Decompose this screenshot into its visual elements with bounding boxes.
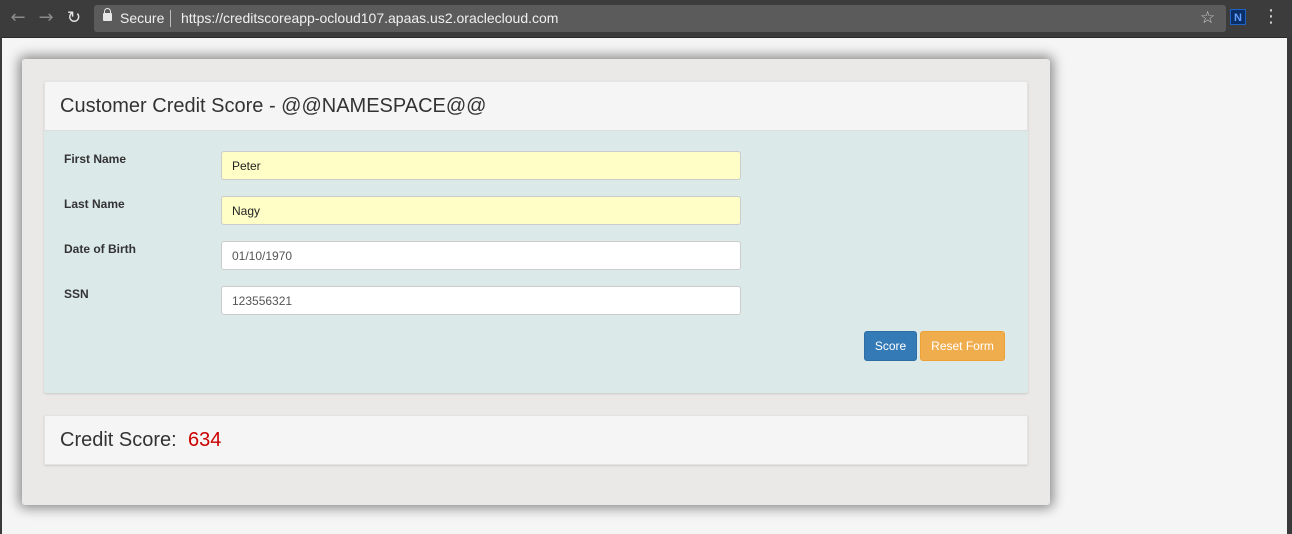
reload-icon[interactable]: ↻: [64, 8, 84, 28]
page-viewport: Customer Credit Score - @@NAMESPACE@@ Fi…: [2, 37, 1287, 534]
date-of-birth-label: Date of Birth: [64, 242, 136, 256]
ssn-label: SSN: [64, 287, 89, 301]
last-name-label: Last Name: [64, 197, 125, 211]
address-separator: [170, 10, 171, 27]
ssn-input[interactable]: [221, 286, 741, 315]
address-bar[interactable]: Secure https://creditscoreapp-ocloud107.…: [94, 5, 1226, 32]
back-arrow-icon[interactable]: ←: [8, 8, 28, 28]
form-panel-header: Customer Credit Score - @@NAMESPACE@@: [44, 81, 1028, 131]
last-name-input[interactable]: [221, 196, 741, 225]
page-title: Customer Credit Score - @@NAMESPACE@@: [60, 95, 487, 117]
credit-score-value: 634: [188, 429, 222, 451]
reset-form-button[interactable]: Reset Form: [920, 331, 1005, 361]
credit-score-label: Credit Score:: [60, 429, 177, 451]
credit-score-form-panel: Customer Credit Score - @@NAMESPACE@@ Fi…: [44, 81, 1028, 393]
score-button[interactable]: Score: [864, 331, 917, 361]
lock-icon: [103, 8, 112, 21]
browser-toolbar: ← → ↻ Secure https://creditscoreapp-oclo…: [0, 0, 1292, 37]
extension-icon[interactable]: N: [1230, 9, 1246, 25]
date-of-birth-input[interactable]: [221, 241, 741, 270]
first-name-label: First Name: [64, 152, 127, 166]
kebab-menu-icon[interactable]: ⋮: [1262, 8, 1280, 26]
url-text[interactable]: https://creditscoreapp-ocloud107.apaas.u…: [181, 10, 558, 26]
credit-score-result-panel: Credit Score: 634: [44, 415, 1028, 465]
app-container: Customer Credit Score - @@NAMESPACE@@ Fi…: [22, 59, 1050, 505]
bookmark-star-icon[interactable]: ☆: [1200, 8, 1215, 28]
first-name-input[interactable]: [221, 151, 741, 180]
forward-arrow-icon[interactable]: →: [36, 8, 56, 28]
secure-label: Secure: [120, 10, 165, 26]
